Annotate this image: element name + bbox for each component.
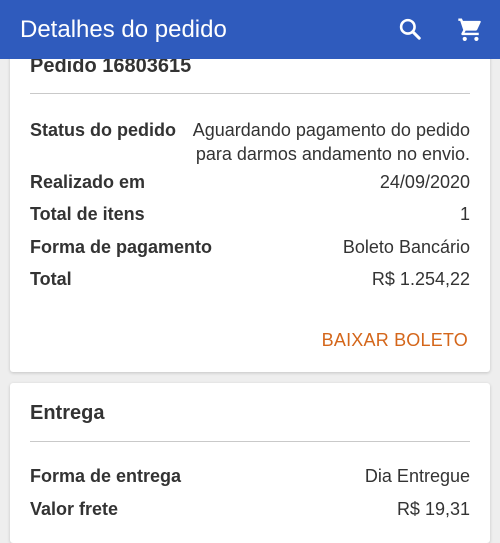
date-value: 24/09/2020 (379, 172, 470, 192)
divider (30, 441, 470, 442)
freight-label: Valor frete (30, 499, 119, 519)
search-icon[interactable] (395, 14, 425, 44)
order-card: Pedido 16803615 Status do pedido Aguarda… (10, 40, 490, 372)
delivery-method-row: Forma de entrega Dia Entregue (30, 464, 470, 488)
page-title: Detalhes do pedido (20, 16, 227, 43)
download-boleto-button[interactable]: BAIXAR BOLETO (322, 330, 468, 351)
items-row: Total de itens 1 (30, 202, 470, 226)
items-label: Total de itens (30, 204, 145, 224)
delivery-title: Entrega (30, 402, 105, 424)
cart-icon[interactable] (455, 14, 485, 44)
items-value: 1 (459, 204, 470, 224)
freight-value: R$ 19,31 (396, 499, 470, 519)
payment-value: Boleto Bancário (342, 237, 470, 257)
status-label: Status do pedido (30, 120, 176, 140)
status-value: Aguardando pagamento do pedido para darm… (192, 120, 470, 164)
app-bar: Detalhes do pedido (0, 0, 500, 59)
search-icon-glyph (399, 18, 421, 40)
delivery-method-label: Forma de entrega (30, 466, 182, 486)
delivery-method-value: Dia Entregue (364, 466, 470, 486)
date-label: Realizado em (30, 172, 146, 192)
total-value: R$ 1.254,22 (371, 269, 470, 289)
payment-label: Forma de pagamento (30, 237, 213, 257)
delivery-card: Entrega Forma de entrega Dia Entregue Va… (10, 383, 490, 543)
cart-icon-glyph (458, 18, 481, 42)
payment-row: Forma de pagamento Boleto Bancário (30, 235, 470, 259)
freight-row: Valor frete R$ 19,31 (30, 497, 470, 521)
date-row: Realizado em 24/09/2020 (30, 170, 470, 194)
divider (30, 93, 470, 94)
total-label: Total (30, 269, 72, 289)
status-row: Status do pedido Aguardando pagamento do… (30, 118, 470, 166)
total-row: Total R$ 1.254,22 (30, 267, 470, 291)
